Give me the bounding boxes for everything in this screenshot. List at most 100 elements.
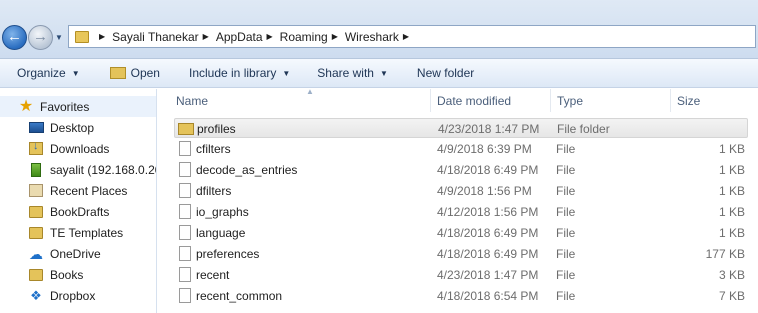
back-button[interactable]: ←	[2, 25, 27, 50]
file-name: profiles	[197, 122, 236, 136]
file-row-recent[interactable]: recent 4/23/2018 1:47 PM File 3 KB	[174, 265, 748, 285]
file-size: 177 KB	[705, 247, 745, 261]
navigation-pane: ★ Favorites Desktop Downloads sayalit (1…	[0, 89, 157, 313]
network-share-icon	[28, 162, 44, 177]
file-name: io_graphs	[196, 205, 249, 219]
file-icon	[179, 225, 191, 240]
recent-pages-dropdown[interactable]: ▼	[55, 33, 63, 42]
folder-icon	[28, 226, 44, 240]
open-icon	[109, 67, 126, 79]
file-date: 4/12/2018 1:56 PM	[437, 205, 539, 219]
file-size: 1 KB	[718, 142, 745, 156]
nav-item-dropbox[interactable]: ❖ Dropbox	[0, 285, 156, 306]
file-icon	[179, 267, 191, 282]
chevron-right-icon[interactable]: ▶	[267, 32, 273, 41]
nav-item-label: TE Templates	[50, 225, 124, 240]
new-folder-button[interactable]: New folder	[417, 66, 474, 80]
file-name: language	[196, 226, 246, 240]
column-header-type[interactable]: Type	[551, 89, 671, 112]
open-button[interactable]: Open	[109, 66, 160, 80]
file-size: 1 KB	[718, 184, 745, 198]
nav-item-books[interactable]: Books	[0, 264, 156, 285]
breadcrumb-roaming[interactable]: Roaming	[280, 30, 328, 44]
column-header-date-modified[interactable]: Date modified	[431, 89, 551, 112]
chevron-down-icon: ▼	[71, 68, 80, 78]
nav-item-recent-places[interactable]: Recent Places	[0, 180, 156, 201]
file-size: 1 KB	[718, 226, 745, 240]
column-header-name[interactable]: ▲ Name	[168, 87, 431, 112]
nav-item-label: Downloads	[50, 141, 110, 156]
nav-item-onedrive[interactable]: ☁ OneDrive	[0, 243, 156, 264]
file-row-profiles[interactable]: profiles 4/23/2018 1:47 PM File folder	[174, 118, 748, 138]
organize-label: Organize	[17, 66, 66, 80]
file-name: cfilters	[196, 142, 231, 156]
breadcrumb-appdata[interactable]: AppData	[216, 30, 263, 44]
share-with-label: Share with	[317, 66, 374, 80]
recent-places-icon	[28, 184, 44, 198]
file-row-io-graphs[interactable]: io_graphs 4/12/2018 1:56 PM File 1 KB	[174, 202, 748, 222]
desktop-icon	[28, 121, 44, 135]
folder-icon	[178, 123, 194, 135]
address-bar[interactable]: ▶ Sayali Thanekar ▶ AppData ▶ Roaming ▶ …	[68, 25, 756, 48]
file-row-recent-common[interactable]: recent_common 4/18/2018 6:54 PM File 7 K…	[174, 286, 748, 306]
column-header-size[interactable]: Size	[671, 89, 751, 112]
file-list: ▲ Name Date modified Type Size profiles …	[158, 87, 758, 313]
file-name: dfilters	[196, 184, 232, 198]
nav-item-network-share[interactable]: sayalit (192.168.0.200)	[0, 159, 156, 180]
nav-item-label: sayalit (192.168.0.200)	[50, 162, 156, 177]
nav-item-te-templates[interactable]: TE Templates	[0, 222, 156, 243]
new-folder-label: New folder	[416, 66, 475, 80]
file-row-cfilters[interactable]: cfilters 4/9/2018 6:39 PM File 1 KB	[174, 139, 748, 159]
downloads-icon	[28, 140, 44, 156]
nav-item-label: Recent Places	[50, 183, 128, 198]
file-type: File	[556, 205, 576, 219]
nav-item-desktop[interactable]: Desktop	[0, 117, 156, 138]
file-icon	[179, 246, 191, 261]
chevron-right-icon[interactable]: ▶	[332, 32, 338, 41]
file-row-preferences[interactable]: preferences 4/18/2018 6:49 PM File 177 K…	[174, 244, 748, 264]
file-row-dfilters[interactable]: dfilters 4/9/2018 1:56 PM File 1 KB	[174, 181, 748, 201]
file-row-decode-as-entries[interactable]: decode_as_entries 4/18/2018 6:49 PM File…	[174, 160, 748, 180]
file-date: 4/18/2018 6:49 PM	[437, 247, 539, 261]
nav-item-downloads[interactable]: Downloads	[0, 138, 156, 159]
organize-button[interactable]: Organize ▼	[17, 66, 80, 80]
breadcrumb-user[interactable]: Sayali Thanekar	[112, 30, 199, 44]
chevron-right-icon[interactable]: ▶	[99, 32, 105, 41]
file-size: 7 KB	[718, 289, 745, 303]
include-in-library-label: Include in library	[188, 66, 277, 80]
file-name: decode_as_entries	[196, 163, 298, 177]
column-header-label: Date modified	[437, 93, 512, 108]
column-header-label: Name	[176, 93, 209, 108]
command-bar: Organize ▼ Open Include in library ▼ Sha…	[0, 59, 758, 88]
file-icon	[179, 183, 191, 198]
file-size: 1 KB	[718, 205, 745, 219]
chevron-down-icon: ▼	[282, 68, 291, 78]
dropbox-icon: ❖	[30, 287, 42, 303]
file-size: 3 KB	[718, 268, 745, 282]
file-type: File folder	[557, 122, 610, 136]
file-date: 4/23/2018 1:47 PM	[438, 122, 540, 136]
file-icon	[179, 141, 191, 156]
file-row-language[interactable]: language 4/18/2018 6:49 PM File 1 KB	[174, 223, 748, 243]
nav-item-label: Dropbox	[50, 288, 96, 303]
nav-item-bookdrafts[interactable]: BookDrafts	[0, 201, 156, 222]
file-type: File	[556, 247, 576, 261]
nav-item-label: Desktop	[50, 120, 95, 135]
forward-button[interactable]: →	[28, 25, 53, 50]
nav-item-label: OneDrive	[50, 246, 101, 261]
file-date: 4/9/2018 6:39 PM	[437, 142, 532, 156]
share-with-button[interactable]: Share with ▼	[317, 66, 388, 80]
chevron-right-icon[interactable]: ▶	[203, 32, 209, 41]
star-icon: ★	[18, 97, 34, 115]
file-type: File	[556, 289, 576, 303]
folder-icon	[75, 30, 89, 43]
nav-favorites[interactable]: ★ Favorites	[0, 96, 156, 117]
column-header-label: Type	[557, 93, 584, 108]
file-date: 4/18/2018 6:49 PM	[437, 163, 539, 177]
chevron-right-icon[interactable]: ▶	[403, 32, 409, 41]
file-name: recent_common	[196, 289, 283, 303]
column-header-label: Size	[677, 93, 701, 108]
breadcrumb-wireshark[interactable]: Wireshark	[345, 30, 399, 44]
include-in-library-button[interactable]: Include in library ▼	[189, 66, 290, 80]
folder-icon	[28, 205, 44, 219]
